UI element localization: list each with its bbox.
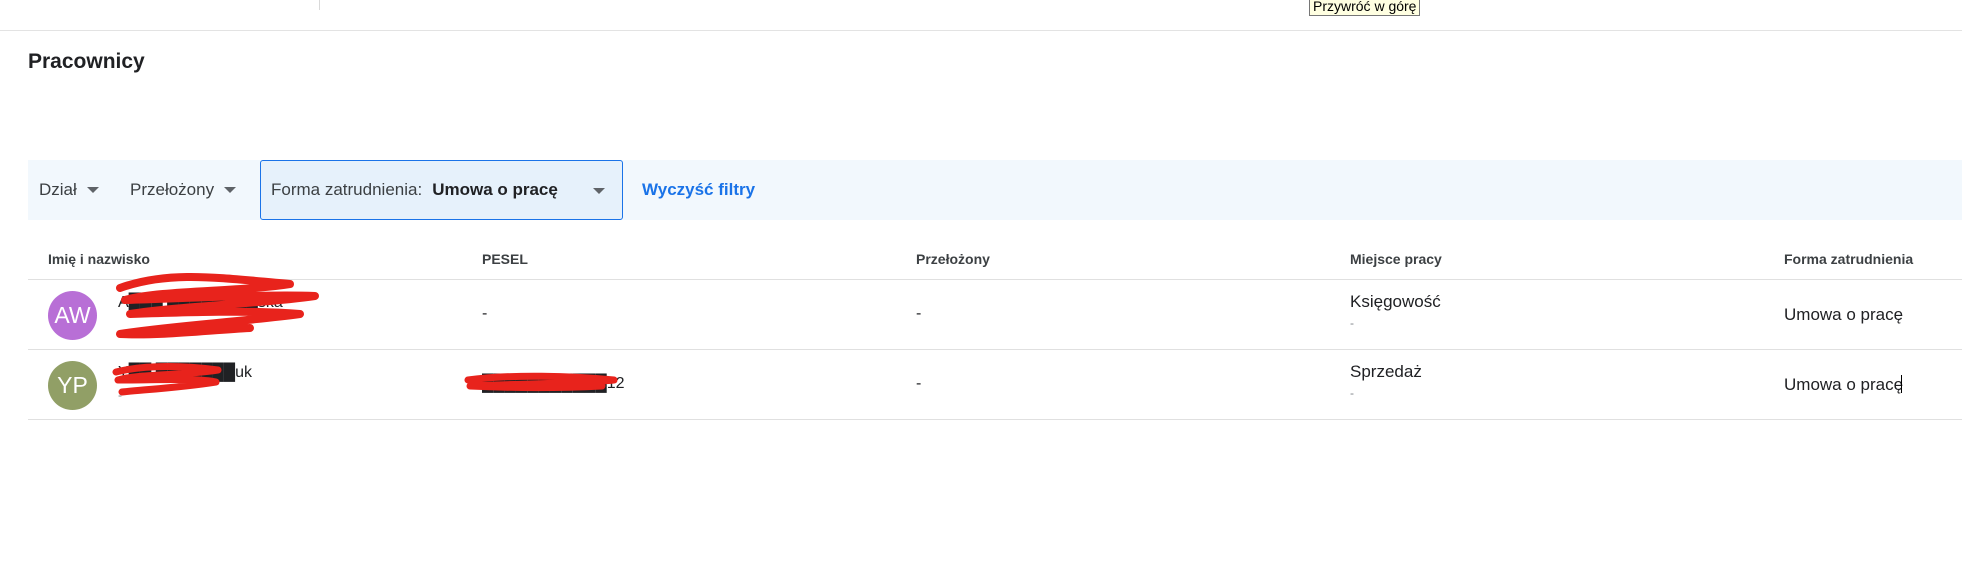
topbar-divider [319,0,320,10]
filter-employment-type-label: Forma zatrudnienia: [271,180,423,199]
filter-supervisor-dropdown[interactable]: Przełożony [130,160,237,220]
filter-bar: Dział Przełożony Forma zatrudnienia: Umo… [28,160,1962,220]
workplace-subtitle: - [1350,316,1354,330]
text-cursor [1901,375,1903,393]
workplace-cell: Sprzedaż - [1350,362,1422,400]
employee-name: Y██ ███████uk [118,364,253,381]
avatar: AW [48,291,97,340]
chevron-down-icon [86,187,99,193]
clear-filters-button[interactable]: Wyczyść filtry [642,160,755,220]
table-row[interactable]: YP Y██ ███████uk - ███████████12 - Sprze… [28,350,1962,420]
filter-department-label: Dział [39,180,77,199]
employment-type-value: Umowa o pracę [1784,375,1904,395]
restore-tooltip: Przywróć w górę [1309,0,1421,16]
employee-name-cell: Y██ ███████uk - [118,364,252,402]
employee-name-cell: A███ ████████ska [118,294,283,318]
supervisor-value: - [916,305,922,322]
workplace-subtitle: - [1350,386,1354,400]
column-header-name[interactable]: Imię i nazwisko [48,251,150,267]
column-header-workplace[interactable]: Miejsce pracy [1350,251,1442,267]
column-header-employment-type[interactable]: Forma zatrudnienia [1784,251,1913,267]
employees-table: Imię i nazwisko PESEL Przełożony Miejsce… [28,244,1962,420]
workplace-value: Sprzedaż [1350,362,1422,381]
employee-name: A███ ████████ska [118,294,283,311]
table-header: Imię i nazwisko PESEL Przełożony Miejsce… [28,244,1962,280]
employment-type-value: Umowa o pracę [1784,305,1904,324]
pesel-value: ███████████12 [482,375,625,392]
pesel-value: - [482,305,488,322]
supervisor-value: - [916,375,922,392]
filter-supervisor-label: Przełożony [130,180,215,199]
column-header-supervisor[interactable]: Przełożony [916,251,990,267]
workplace-value: Księgowość [1350,292,1441,311]
employee-name-subtitle: - [118,388,122,402]
employment-type-text: Umowa o pracę [1784,375,1904,394]
avatar: YP [48,361,97,410]
filter-employment-type-dropdown[interactable]: Forma zatrudnienia: Umowa o pracę [260,160,623,220]
filter-department-dropdown[interactable]: Dział [39,160,99,220]
top-bar: Przywróć w górę [0,0,1962,31]
chevron-down-icon [224,187,237,193]
filter-employment-type-value: Umowa o pracę [432,180,558,199]
workplace-cell: Księgowość - [1350,292,1441,330]
chevron-down-icon [593,188,605,194]
page-title: Pracownicy [28,50,145,73]
table-row[interactable]: AW A███ ████████ska - - Księgowość - Umo… [28,280,1962,350]
column-header-pesel[interactable]: PESEL [482,251,528,267]
